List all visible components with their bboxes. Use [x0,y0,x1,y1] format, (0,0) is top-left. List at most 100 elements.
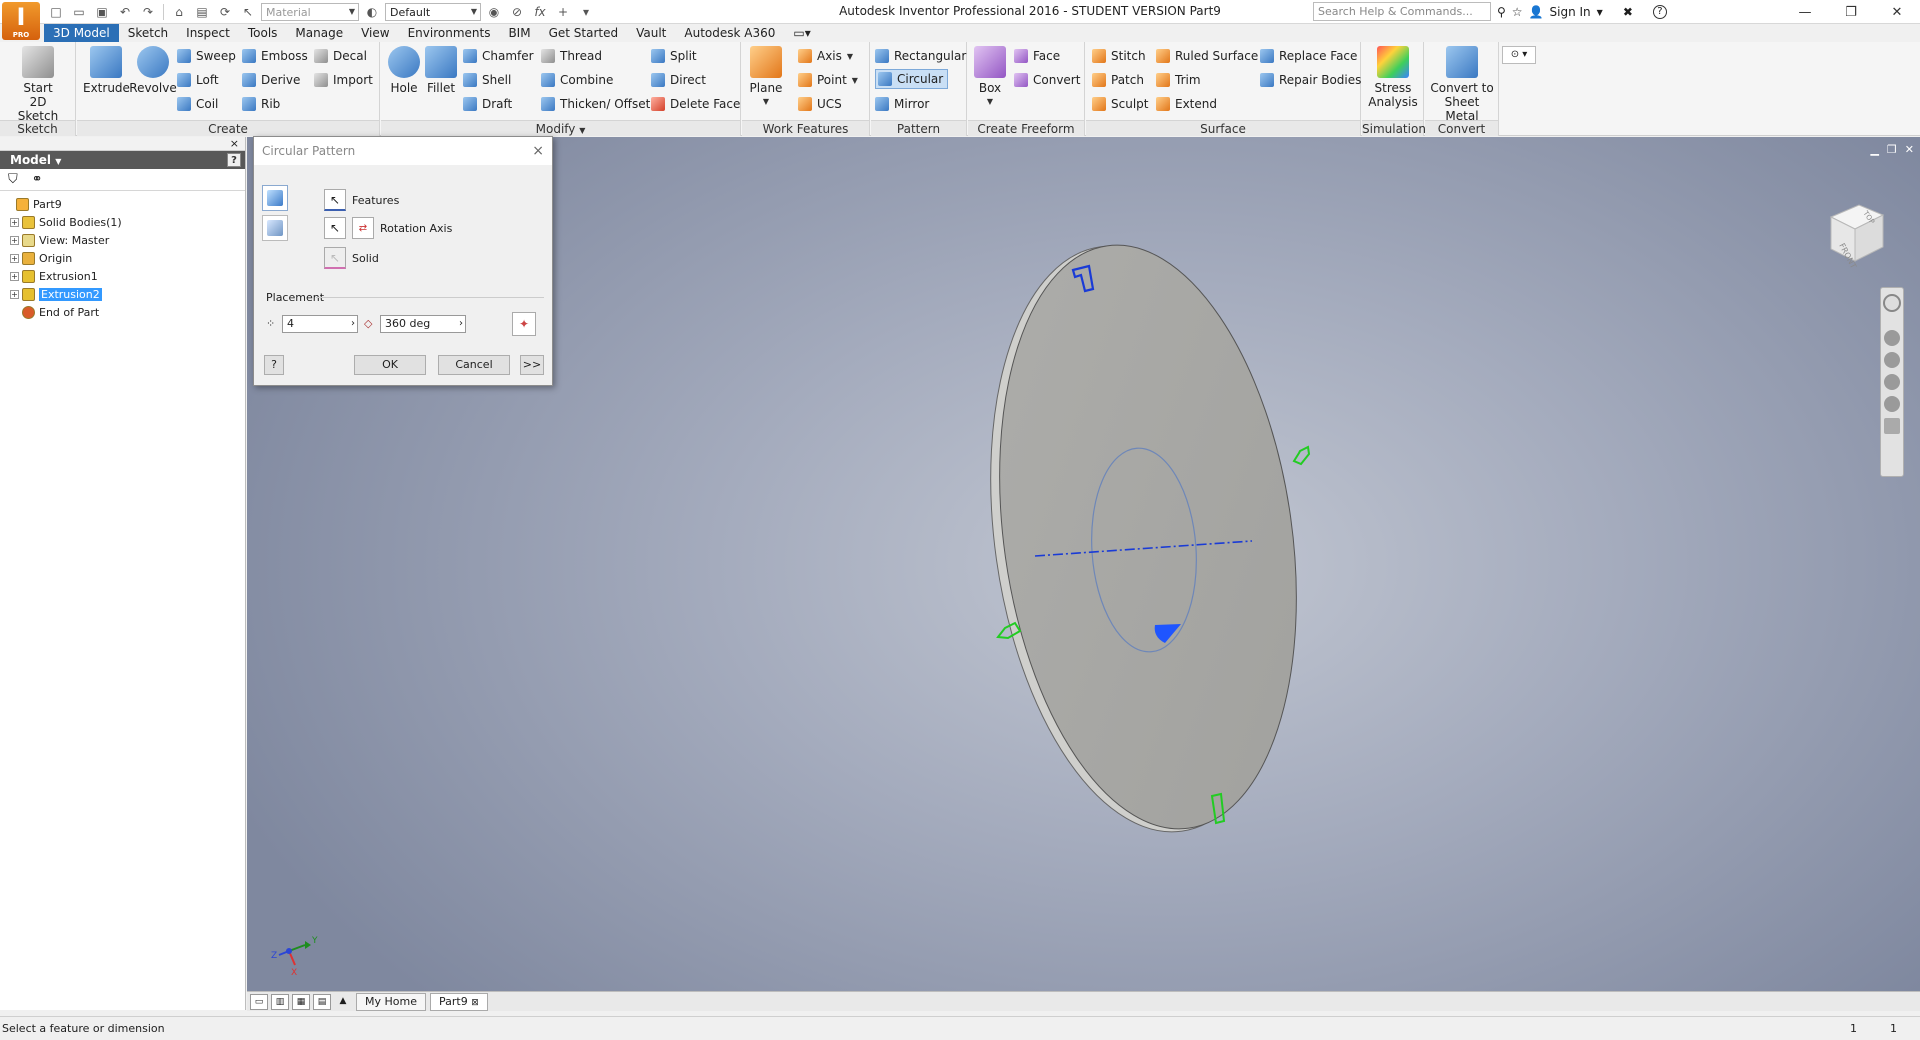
thicken-offset-button[interactable]: Thicken/ Offset [541,94,650,114]
close-icon[interactable]: ✕ [1874,0,1920,24]
navbar-options-icon[interactable] [1884,418,1900,434]
tree-item[interactable]: + Extrusion1 [4,267,245,285]
panel-label-modify[interactable]: Modify ▼ [381,120,740,136]
help-icon[interactable]: ? [264,355,284,375]
start-2d-sketch-button[interactable]: Start 2D Sketch [8,46,68,123]
tab-manage[interactable]: Manage [286,24,352,42]
repair-bodies-button[interactable]: Repair Bodies [1260,70,1361,90]
close-icon[interactable]: ✕ [1905,143,1914,156]
decal-button[interactable]: Decal [314,46,367,66]
tab-environments[interactable]: Environments [399,24,500,42]
pan-icon[interactable] [1884,330,1900,346]
cancel-button[interactable]: Cancel [438,355,510,375]
tab-bim[interactable]: BIM [499,24,539,42]
solid-select-button[interactable]: ↖ [324,247,346,269]
pattern-features-mode-icon[interactable] [262,185,288,211]
user-icon[interactable]: 👤 [1529,5,1544,19]
tab-inspect[interactable]: Inspect [177,24,239,42]
import-button[interactable]: Import [314,70,373,90]
update-icon[interactable]: ⟳ [215,2,235,22]
chevron-right-icon[interactable]: › [351,316,355,332]
orbit-icon[interactable] [1884,374,1900,390]
zoom-icon[interactable] [1884,352,1900,368]
close-icon[interactable]: × [532,137,544,165]
plus-icon[interactable]: + [553,2,573,22]
browser-header[interactable]: Model ▼ ? [0,151,245,169]
projects-icon[interactable]: ▤ [192,2,212,22]
star-icon[interactable]: ☆ [1512,5,1523,19]
adjust-icon[interactable]: ◉ [484,2,504,22]
minimize-icon[interactable]: — [1782,0,1828,24]
open-file-icon[interactable]: ▭ [69,2,89,22]
draft-button[interactable]: Draft [463,94,512,114]
cascade-icon[interactable]: ▦ [292,993,310,1010]
loft-button[interactable]: Loft [177,70,219,90]
freeform-convert-button[interactable]: Convert [1014,70,1080,90]
ribbon-options-icon[interactable]: ▭▾ [784,24,819,42]
steering-wheel-icon[interactable] [1883,294,1901,312]
select-icon[interactable]: ↖ [238,2,258,22]
expand-icon[interactable]: + [10,253,19,263]
sweep-button[interactable]: Sweep [177,46,236,66]
look-at-icon[interactable] [1884,396,1900,412]
tab-get-started[interactable]: Get Started [540,24,628,42]
binoculars-icon[interactable]: ⚭ [32,172,43,187]
freeform-face-button[interactable]: Face [1014,46,1060,66]
search-input[interactable]: Search Help & Commands... [1313,2,1491,21]
close-icon[interactable]: ⊠ [471,998,479,1008]
pattern-solid-mode-icon[interactable] [262,215,288,241]
customize-icon[interactable]: ▾ [576,2,596,22]
hole-button[interactable]: Hole [385,46,423,95]
parameters-icon[interactable]: fx [530,2,550,22]
close-icon[interactable]: × [230,137,239,151]
tab-menu-icon[interactable]: ▲ [334,994,352,1010]
rectangular-pattern-button[interactable]: Rectangular [875,46,966,66]
revolve-button[interactable]: Revolve [129,46,177,95]
midplane-icon[interactable]: ✦ [512,312,536,336]
derive-button[interactable]: Derive [242,70,300,90]
emboss-button[interactable]: Emboss [242,46,308,66]
fillet-button[interactable]: Fillet [423,46,459,95]
disk-face[interactable] [964,226,1331,848]
split-button[interactable]: Split [651,46,697,66]
extend-button[interactable]: Extend [1156,94,1217,114]
ucs-button[interactable]: UCS [798,94,842,114]
appearance-combo[interactable]: Default ▼ [385,3,481,21]
flip-direction-icon[interactable]: ⇄ [352,217,374,239]
filter-icon[interactable]: ⛉ [8,172,18,187]
tab-vault[interactable]: Vault [627,24,675,42]
stitch-button[interactable]: Stitch [1092,46,1146,66]
point-button[interactable]: Point ▼ [798,70,858,90]
sculpt-button[interactable]: Sculpt [1092,94,1148,114]
tab-my-home[interactable]: My Home [356,992,426,1011]
tile-vertical-icon[interactable]: ▥ [271,993,289,1010]
thread-button[interactable]: Thread [541,46,602,66]
tree-item[interactable]: Part9 [4,195,245,213]
circular-pattern-button[interactable]: Circular [875,69,949,89]
tab-3d-model[interactable]: 3D Model [44,24,119,42]
chevron-down-icon[interactable]: ▼ [1597,8,1603,17]
help-icon[interactable]: ? [227,153,241,167]
plane-button[interactable]: Plane ▼ [746,46,786,109]
save-icon[interactable]: ▣ [92,2,112,22]
expand-icon[interactable]: + [10,217,19,227]
arrange-icon[interactable]: ▤ [313,993,331,1010]
sign-in-link[interactable]: Sign In [1550,5,1591,19]
restore-icon[interactable]: ❐ [1828,0,1874,24]
combine-button[interactable]: Combine [541,70,613,90]
occurrence-angle-input[interactable]: 360 deg › [380,315,466,333]
expand-icon[interactable]: + [10,271,19,281]
chamfer-button[interactable]: Chamfer [463,46,534,66]
tree-item[interactable]: + View: Master [4,231,245,249]
tab-autodesk-a360[interactable]: Autodesk A360 [675,24,784,42]
ribbon-dropdown-icon[interactable]: ⊙ ▾ [1502,46,1536,64]
occurrence-count-input[interactable]: 4 › [282,315,358,333]
coil-button[interactable]: Coil [177,94,218,114]
tab-tools[interactable]: Tools [239,24,287,42]
app-menu-button[interactable]: I PRO [2,2,40,40]
rotation-axis-select-button[interactable]: ↖ [324,217,346,239]
extrude-button[interactable]: Extrude [83,46,130,95]
replace-face-button[interactable]: Replace Face [1260,46,1357,66]
new-file-icon[interactable]: □ [46,2,66,22]
axis-button[interactable]: Axis ▼ [798,46,853,66]
